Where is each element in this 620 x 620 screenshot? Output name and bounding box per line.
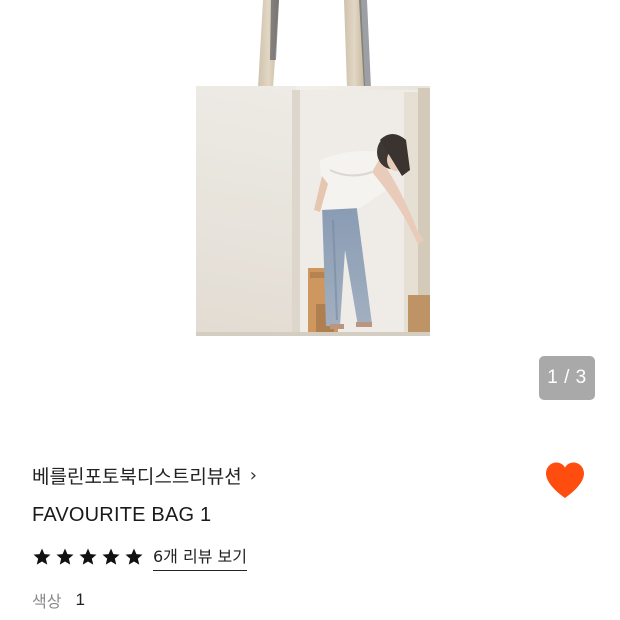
product-detail-page: 1 / 3 베를린포토북디스트리뷰션 › FAVOURITE BAG 1 6개 … [0, 0, 620, 620]
star-icon [56, 548, 74, 565]
rating-row: 6개 리뷰 보기 [32, 542, 247, 572]
star-icon [102, 548, 120, 565]
review-link[interactable]: 6개 리뷰 보기 [153, 543, 247, 571]
product-title: FAVOURITE BAG 1 [32, 503, 212, 526]
brand-link[interactable]: 베를린포토북디스트리뷰션 › [32, 460, 257, 490]
chevron-right-icon: › [249, 464, 257, 486]
product-image-gallery[interactable]: 1 / 3 [0, 0, 620, 420]
rating-stars [32, 547, 147, 567]
wishlist-button[interactable] [543, 460, 587, 500]
option-value: 1 [75, 590, 85, 609]
star-icon [125, 548, 143, 565]
image-counter: 1 / 3 [539, 356, 595, 400]
star-icon [79, 548, 97, 565]
star-icon [33, 548, 51, 565]
heart-icon [546, 462, 584, 498]
tote-bag-photo [196, 0, 430, 336]
brand-name: 베를린포토북디스트리뷰션 [32, 465, 242, 488]
option-label: 색상 [32, 592, 62, 611]
color-option-row: 색상 1 [32, 586, 85, 614]
